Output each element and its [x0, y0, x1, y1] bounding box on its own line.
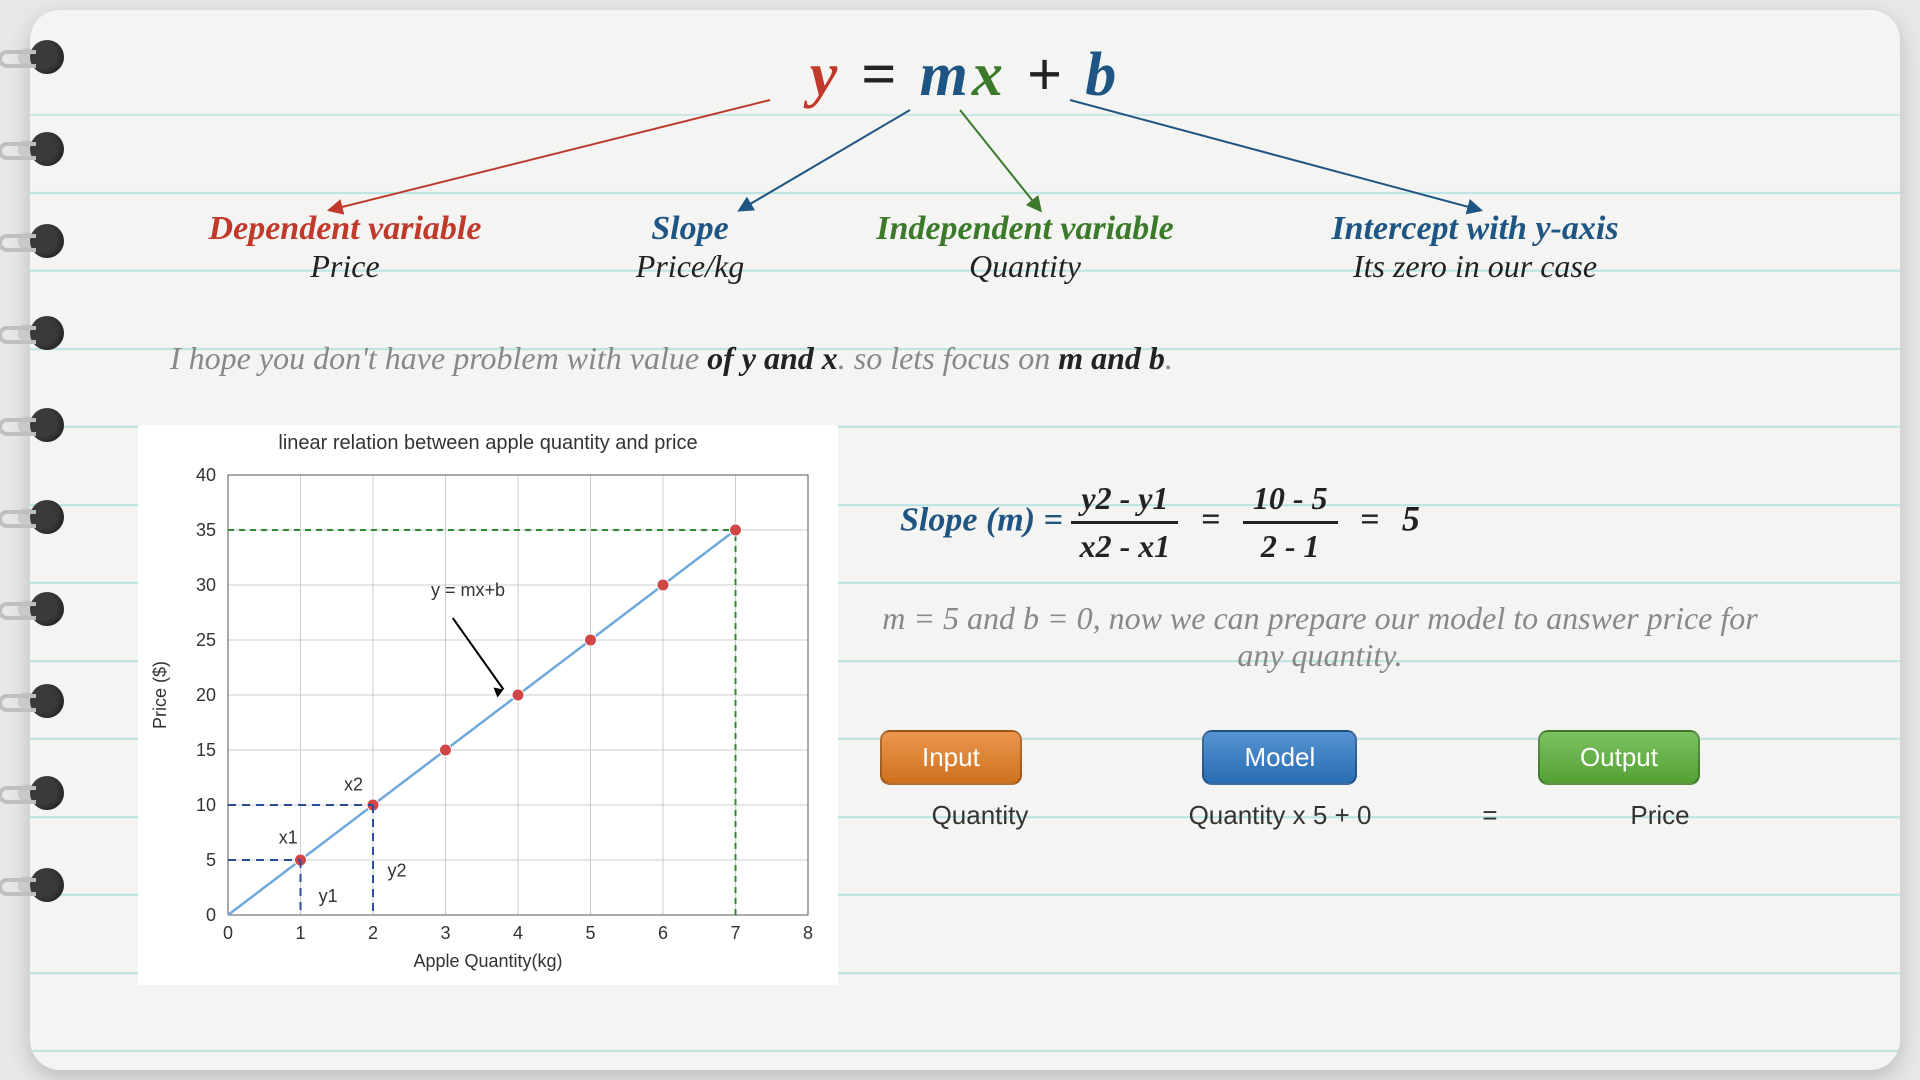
- notebook-page: y = mx + b Dependent variable Price Slop…: [30, 10, 1900, 1070]
- svg-text:4: 4: [513, 923, 523, 943]
- eq-x: x: [972, 41, 1007, 109]
- callout-intercept-title: Intercept with y-axis: [1260, 210, 1690, 248]
- callout-independent-title: Independent variable: [830, 210, 1220, 248]
- svg-text:5: 5: [585, 923, 595, 943]
- eq-sign: =: [1201, 501, 1220, 538]
- svg-text:y2: y2: [388, 861, 407, 881]
- slope-frac-symbolic: y2 - y1 x2 - x1: [1071, 480, 1178, 565]
- equation: y = mx + b: [30, 40, 1900, 111]
- svg-text:x2: x2: [344, 775, 363, 795]
- slope-label: Slope (m) =: [900, 501, 1071, 538]
- callout-slope: Slope Price/kg: [570, 210, 810, 285]
- sub-model: Quantity x 5 + 0: [1140, 800, 1420, 831]
- svg-text:7: 7: [730, 923, 740, 943]
- svg-text:20: 20: [196, 685, 216, 705]
- svg-text:0: 0: [206, 905, 216, 925]
- svg-text:15: 15: [196, 740, 216, 760]
- callout-intercept: Intercept with y-axis Its zero in our ca…: [1260, 210, 1690, 285]
- callout-intercept-sub: Its zero in our case: [1260, 248, 1690, 285]
- sub-output: Price: [1560, 800, 1760, 831]
- callout-dependent-sub: Price: [150, 248, 540, 285]
- svg-text:8: 8: [803, 923, 813, 943]
- svg-text:2: 2: [368, 923, 378, 943]
- callout-independent-sub: Quantity: [830, 248, 1220, 285]
- body-mid: . so lets focus on: [838, 340, 1058, 376]
- svg-text:y = mx+b: y = mx+b: [431, 580, 505, 600]
- slope-calculation: Slope (m) = y2 - y1 x2 - x1 = 10 - 5 2 -…: [900, 480, 1420, 565]
- body-yx: of y and x: [707, 340, 838, 376]
- model-box-row: Input Model Output: [880, 730, 1700, 785]
- svg-text:35: 35: [196, 520, 216, 540]
- callout-slope-title: Slope: [570, 210, 810, 248]
- svg-text:linear relation between apple: linear relation between apple quantity a…: [278, 432, 697, 454]
- body-mb: m and b: [1058, 340, 1165, 376]
- chart: linear relation between apple quantity a…: [138, 425, 838, 985]
- model-box-subrow: Quantity Quantity x 5 + 0 = Price: [880, 800, 1760, 831]
- svg-text:1: 1: [295, 923, 305, 943]
- svg-text:10: 10: [196, 795, 216, 815]
- svg-text:0: 0: [223, 923, 233, 943]
- callout-slope-sub: Price/kg: [570, 248, 810, 285]
- input-box: Input: [880, 730, 1022, 785]
- eq-y: y: [810, 41, 842, 109]
- svg-text:y1: y1: [319, 886, 338, 906]
- svg-text:x1: x1: [279, 828, 298, 848]
- model-box: Model: [1202, 730, 1357, 785]
- svg-text:40: 40: [196, 465, 216, 485]
- svg-text:6: 6: [658, 923, 668, 943]
- eq-plus: +: [1007, 41, 1085, 109]
- eq-m: m: [920, 41, 972, 109]
- slope-frac-numeric: 10 - 5 2 - 1: [1243, 480, 1338, 565]
- eq-equals: =: [841, 41, 919, 109]
- body-pre: I hope you don't have problem with value: [170, 340, 707, 376]
- callout-independent: Independent variable Quantity: [830, 210, 1220, 285]
- slope-answer: 5: [1402, 498, 1420, 538]
- svg-text:30: 30: [196, 575, 216, 595]
- model-note: m = 5 and b = 0, now we can prepare our …: [870, 600, 1770, 674]
- svg-text:Price ($): Price ($): [150, 661, 170, 729]
- sub-input: Quantity: [880, 800, 1080, 831]
- output-box: Output: [1538, 730, 1700, 785]
- body-sentence: I hope you don't have problem with value…: [170, 340, 1173, 377]
- callout-dependent: Dependent variable Price: [150, 210, 540, 285]
- callout-dependent-title: Dependent variable: [150, 210, 540, 248]
- svg-text:Apple Quantity(kg): Apple Quantity(kg): [413, 951, 562, 971]
- svg-text:3: 3: [440, 923, 450, 943]
- svg-text:25: 25: [196, 630, 216, 650]
- body-post: .: [1165, 340, 1173, 376]
- eq-b: b: [1085, 41, 1120, 109]
- spiral-binding: [0, 40, 70, 902]
- sub-eq: =: [1480, 800, 1500, 831]
- svg-text:5: 5: [206, 850, 216, 870]
